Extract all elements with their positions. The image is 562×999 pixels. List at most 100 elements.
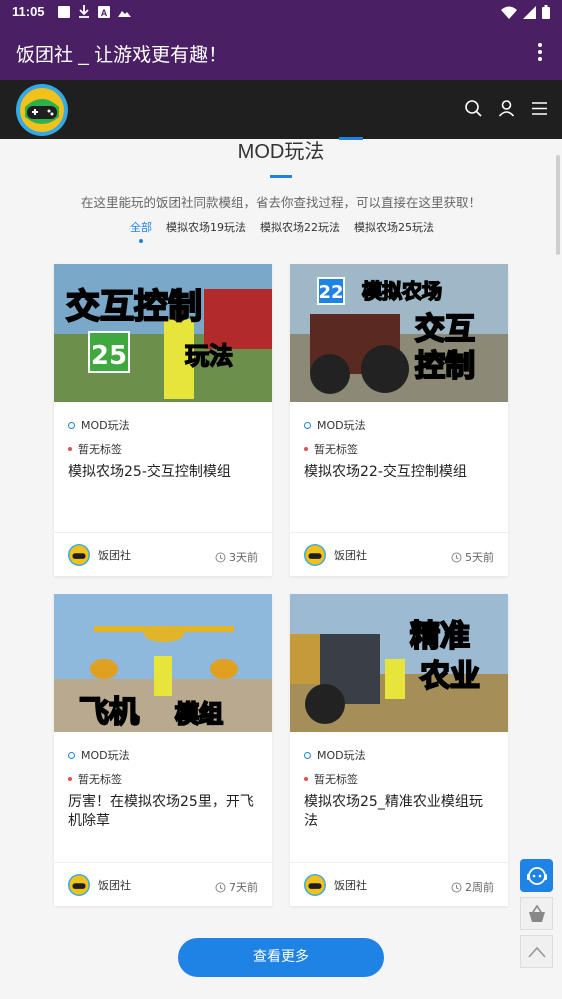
- author-name: 饭团社: [98, 879, 131, 892]
- wifi-icon: [501, 6, 517, 19]
- site-header: [0, 80, 562, 139]
- card-category[interactable]: MOD玩法: [304, 417, 366, 433]
- avatar: [68, 544, 90, 566]
- dot-icon: [304, 447, 308, 451]
- svg-text:A: A: [101, 8, 108, 18]
- a-icon: A: [98, 5, 110, 18]
- avatar: [68, 874, 90, 896]
- card-title[interactable]: 模拟农场25_精准农业模组玩法: [304, 793, 496, 831]
- avatar: [304, 874, 326, 896]
- thumb-text: 农业: [419, 659, 480, 694]
- card-time: 3天前: [215, 549, 258, 565]
- signal-icon: [523, 5, 536, 19]
- gamepad-logo-icon[interactable]: [16, 84, 68, 136]
- article-card[interactable]: 飞机 模组 MOD玩法 暂无标签 厉害！在模拟农场25里，开飞机除草 饭团社 7…: [54, 594, 272, 906]
- shopping-basket-icon: [528, 904, 545, 922]
- tab-fs19[interactable]: 模拟农场19玩法: [166, 219, 246, 235]
- thumb-text: 25: [91, 341, 127, 371]
- author-name: 饭团社: [98, 549, 131, 562]
- more-vertical-icon[interactable]: [536, 42, 544, 62]
- card-category-label: MOD玩法: [317, 419, 366, 432]
- card-author[interactable]: 饭团社: [68, 544, 131, 566]
- scrollbar[interactable]: [556, 155, 560, 255]
- article-thumbnail[interactable]: 飞机 模组: [54, 594, 272, 732]
- main-content: MOD玩法 在这里能玩的饭团社同款模组，省去你查找过程，可以直接在这里获取！ 全…: [0, 137, 562, 999]
- thumb-text: 控制: [415, 349, 475, 384]
- divider: [54, 862, 272, 863]
- avatar: [304, 544, 326, 566]
- article-card[interactable]: 22 模拟农场 交互 控制 MOD玩法 暂无标签 模拟农场22-交互控制模组 饭…: [290, 264, 508, 576]
- app-title: 饭团社 _ 让游戏更有趣！: [16, 45, 228, 66]
- tab-fs25[interactable]: 模拟农场25玩法: [354, 219, 434, 235]
- status-right-icons: [501, 5, 550, 19]
- author-name: 饭团社: [334, 879, 367, 892]
- time-label: 2周前: [465, 881, 494, 894]
- card-category[interactable]: MOD玩法: [68, 417, 130, 433]
- card-tag-label: 暂无标签: [78, 773, 122, 786]
- card-tag-label: 暂无标签: [314, 443, 358, 456]
- circle-icon: [68, 751, 75, 759]
- card-tag: 暂无标签: [304, 441, 358, 457]
- card-title[interactable]: 模拟农场22-交互控制模组: [304, 463, 496, 482]
- article-card[interactable]: 精准 农业 MOD玩法 暂无标签 模拟农场25_精准农业模组玩法 饭团社 2周前: [290, 594, 508, 906]
- dot-icon: [68, 447, 72, 451]
- card-title[interactable]: 厉害！在模拟农场25里，开飞机除草: [68, 793, 260, 831]
- menu-icon[interactable]: [531, 100, 548, 117]
- card-tag-label: 暂无标签: [78, 443, 122, 456]
- thumb-text: 模拟农场: [362, 279, 442, 303]
- clock-icon: [215, 882, 226, 892]
- search-icon[interactable]: [465, 100, 482, 117]
- card-category-label: MOD玩法: [81, 749, 130, 762]
- clock-icon: [451, 882, 462, 892]
- article-thumbnail[interactable]: 22 模拟农场 交互 控制: [290, 264, 508, 402]
- card-tag: 暂无标签: [304, 771, 358, 787]
- card-category-label: MOD玩法: [317, 749, 366, 762]
- notification-square-icon: [58, 5, 70, 18]
- customer-service-icon: [526, 866, 547, 885]
- shop-button[interactable]: [520, 897, 553, 930]
- card-category[interactable]: MOD玩法: [68, 747, 130, 763]
- thumb-text: 精准: [410, 619, 470, 654]
- thumb-text: 交互: [415, 312, 475, 347]
- divider: [290, 532, 508, 533]
- tab-fs22[interactable]: 模拟农场22玩法: [260, 219, 340, 235]
- thumb-text: 交互控制: [66, 287, 202, 327]
- dot-icon: [304, 777, 308, 781]
- card-author[interactable]: 饭团社: [304, 544, 367, 566]
- tab-all[interactable]: 全部: [130, 219, 152, 243]
- card-author[interactable]: 饭团社: [304, 874, 367, 896]
- image-icon: [118, 10, 131, 17]
- card-time: 2周前: [451, 879, 494, 895]
- title-underline: [270, 175, 292, 178]
- card-title[interactable]: 模拟农场25-交互控制模组: [68, 463, 260, 482]
- status-left-icons: A: [58, 5, 131, 18]
- dot-icon: [68, 777, 72, 781]
- circle-icon: [68, 421, 75, 429]
- card-tag-label: 暂无标签: [314, 773, 358, 786]
- back-to-top-button[interactable]: [520, 935, 553, 968]
- customer-service-button[interactable]: [520, 859, 553, 892]
- section-title: MOD玩法: [237, 141, 325, 163]
- card-category-label: MOD玩法: [81, 419, 130, 432]
- article-card[interactable]: 交互控制 25 玩法 MOD玩法 暂无标签 模拟农场25-交互控制模组 饭团社 …: [54, 264, 272, 576]
- card-author[interactable]: 饭团社: [68, 874, 131, 896]
- author-name: 饭团社: [334, 549, 367, 562]
- app-bar: 饭团社 _ 让游戏更有趣！: [0, 24, 562, 80]
- card-category[interactable]: MOD玩法: [304, 747, 366, 763]
- section-description: 在这里能玩的饭团社同款模组，省去你查找过程，可以直接在这里获取！: [80, 195, 481, 210]
- card-time: 5天前: [451, 549, 494, 565]
- thumb-text: 模组: [175, 700, 223, 728]
- thumb-text: 22: [318, 282, 343, 303]
- load-more-button[interactable]: 查看更多: [178, 938, 384, 977]
- thumb-text: 飞机: [79, 695, 139, 730]
- thumb-text: 玩法: [185, 342, 233, 370]
- battery-icon: [542, 5, 550, 19]
- user-icon[interactable]: [498, 100, 515, 117]
- article-thumbnail[interactable]: 精准 农业: [290, 594, 508, 732]
- back-to-top-icon: [527, 946, 546, 958]
- article-thumbnail[interactable]: 交互控制 25 玩法: [54, 264, 272, 402]
- time-label: 5天前: [465, 551, 494, 564]
- time-label: 7天前: [229, 881, 258, 894]
- circle-icon: [304, 751, 311, 759]
- card-tag: 暂无标签: [68, 441, 122, 457]
